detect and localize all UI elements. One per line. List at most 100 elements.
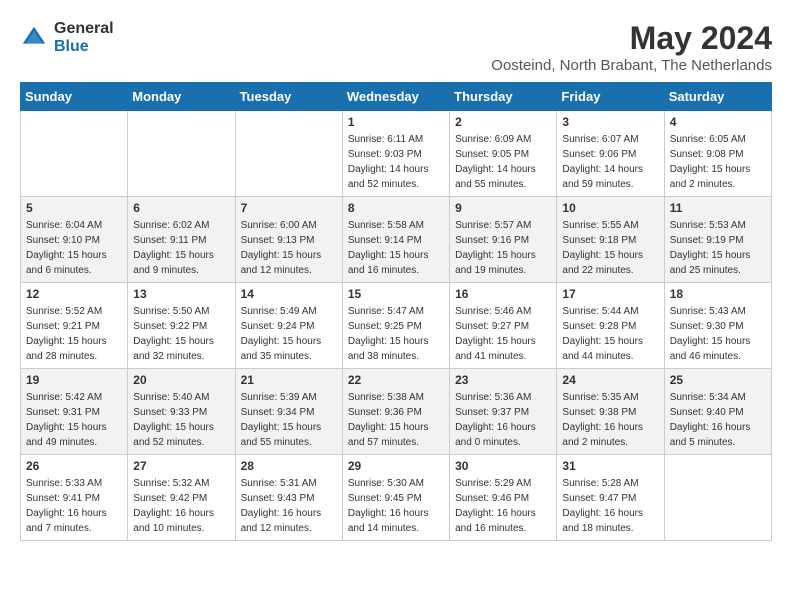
day-number: 1 (348, 115, 444, 129)
sunrise-text: Sunrise: 5:47 AM (348, 306, 424, 317)
calendar-header-wednesday: Wednesday (342, 83, 449, 111)
calendar-cell: 11Sunrise: 5:53 AMSunset: 9:19 PMDayligh… (664, 197, 771, 283)
calendar-cell: 19Sunrise: 5:42 AMSunset: 9:31 PMDayligh… (21, 369, 128, 455)
calendar-cell: 4Sunrise: 6:05 AMSunset: 9:08 PMDaylight… (664, 111, 771, 197)
sunrise-text: Sunrise: 5:29 AM (455, 478, 531, 489)
day-number: 20 (133, 373, 229, 387)
location: Oosteind, North Brabant, The Netherlands (491, 57, 772, 74)
daylight-text: Daylight: 14 hours and 59 minutes. (562, 164, 643, 190)
day-number: 25 (670, 373, 766, 387)
sunrise-text: Sunrise: 5:35 AM (562, 392, 638, 403)
day-number: 18 (670, 287, 766, 301)
day-info: Sunrise: 5:58 AMSunset: 9:14 PMDaylight:… (348, 218, 444, 278)
day-info: Sunrise: 5:42 AMSunset: 9:31 PMDaylight:… (26, 390, 122, 450)
calendar-cell: 27 Sunrise: 5:32 AM Sunset: 9:42 PM Dayligh… (128, 455, 235, 541)
sunrise-text: Sunrise: 5:32 AM (133, 478, 209, 489)
month-year: May 2024 (491, 20, 772, 57)
day-info: Sunrise: 6:02 AMSunset: 9:11 PMDaylight:… (133, 218, 229, 278)
calendar-cell: 20 Sunrise: 5:40 AMSunset: 9:33 PMDayligh… (128, 369, 235, 455)
sunrise-text: Sunrise: 5:52 AM (26, 306, 102, 317)
day-info: Sunrise: 6:00 AMSunset: 9:13 PMDaylight:… (241, 218, 337, 278)
sunset-text: Sunset: 9:47 PM (562, 493, 636, 504)
sunrise-text: Sunrise: 5:36 AM (455, 392, 531, 403)
day-number: 19 (26, 373, 122, 387)
sunset-text: Sunset: 9:31 PM (26, 407, 100, 418)
daylight-text: Daylight: 15 hours and 35 minutes. (241, 336, 322, 362)
day-info: Sunrise: 6:04 AMSunset: 9:10 PMDaylight:… (26, 218, 122, 278)
calendar-cell (664, 455, 771, 541)
sunset-text: Sunset: 9:40 PM (670, 407, 744, 418)
daylight-text: Daylight: 15 hours and 55 minutes. (241, 422, 322, 448)
logo-icon (20, 24, 48, 52)
daylight-text: Daylight: 15 hours and 16 minutes. (348, 250, 429, 276)
daylight-text: Daylight: 15 hours and 12 minutes. (241, 250, 322, 276)
sunset-text: Sunset: 9:10 PM (26, 235, 100, 246)
calendar-cell: 13Sunrise: 5:50 AMSunset: 9:22 PMDayligh… (128, 283, 235, 369)
day-number: 9 (455, 201, 551, 215)
day-number: 26 (26, 459, 122, 473)
calendar-cell: 18 Sunrise: 5:43 AMSunset: 9:30 PMDayligh… (664, 283, 771, 369)
sunrise-text: Sunrise: 5:42 AM (26, 392, 102, 403)
sunset-text: Sunset: 9:18 PM (562, 235, 636, 246)
day-info: Sunrise: 6:05 AMSunset: 9:08 PMDaylight:… (670, 132, 766, 192)
calendar-cell: 21Sunrise: 5:39 AMSunset: 9:34 PMDayligh… (235, 369, 342, 455)
day-number: 22 (348, 373, 444, 387)
calendar-cell: 6 Sunrise: 6:02 AMSunset: 9:11 PMDaylight… (128, 197, 235, 283)
calendar-cell: 5Sunrise: 6:04 AMSunset: 9:10 PMDaylight… (21, 197, 128, 283)
day-info: Sunrise: 5:49 AMSunset: 9:24 PMDaylight:… (241, 304, 337, 364)
calendar-cell (128, 111, 235, 197)
sunset-text: Sunset: 9:03 PM (348, 149, 422, 160)
logo-text: General Blue (54, 20, 114, 55)
calendar-table: SundayMondayTuesdayWednesdayThursdayFrid… (20, 82, 772, 541)
daylight-text: Daylight: 15 hours and 52 minutes. (133, 422, 214, 448)
calendar-header-friday: Friday (557, 83, 664, 111)
sunset-text: Sunset: 9:43 PM (241, 493, 315, 504)
sunrise-text: Sunrise: 5:55 AM (562, 220, 638, 231)
calendar-cell: 30Sunrise: 5:29 AMSunset: 9:46 PMDayligh… (450, 455, 557, 541)
day-info: Sunrise: 5:40 AMSunset: 9:33 PMDaylight:… (133, 390, 229, 450)
day-number: 28 (241, 459, 337, 473)
day-info: Sunrise: 5:57 AMSunset: 9:16 PMDaylight:… (455, 218, 551, 278)
logo-general: General (54, 20, 114, 38)
sunset-text: Sunset: 9:37 PM (455, 407, 529, 418)
day-number: 23 (455, 373, 551, 387)
day-info: Sunrise: 6:09 AMSunset: 9:05 PMDaylight:… (455, 132, 551, 192)
sunset-text: Sunset: 9:25 PM (348, 321, 422, 332)
sunset-text: Sunset: 9:36 PM (348, 407, 422, 418)
sunrise-text: Sunrise: 6:07 AM (562, 134, 638, 145)
day-number: 15 (348, 287, 444, 301)
daylight-text: Daylight: 14 hours and 55 minutes. (455, 164, 536, 190)
sunset-text: Sunset: 9:19 PM (670, 235, 744, 246)
logo: General Blue (20, 20, 114, 55)
daylight-text: Daylight: 14 hours and 52 minutes. (348, 164, 429, 190)
sunrise-text: Sunrise: 5:43 AM (670, 306, 746, 317)
day-info: Sunrise: 5:35 AMSunset: 9:38 PMDaylight:… (562, 390, 658, 450)
sunrise-text: Sunrise: 5:33 AM (26, 478, 102, 489)
day-number: 27 (133, 459, 229, 473)
sunset-text: Sunset: 9:34 PM (241, 407, 315, 418)
daylight-text: Daylight: 16 hours and 18 minutes. (562, 508, 643, 534)
calendar-week-3: 12Sunrise: 5:52 AMSunset: 9:21 PMDayligh… (21, 283, 772, 369)
sunrise-text: Sunrise: 5:44 AM (562, 306, 638, 317)
day-number: 30 (455, 459, 551, 473)
day-info: Sunrise: 5:31 AMSunset: 9:43 PMDaylight:… (241, 476, 337, 536)
calendar-header-monday: Monday (128, 83, 235, 111)
day-info: Sunrise: 5:43 AMSunset: 9:30 PMDaylight:… (670, 304, 766, 364)
logo-blue: Blue (54, 38, 114, 56)
sunset-text: Sunset: 9:42 PM (133, 493, 207, 504)
calendar-cell: 23 Sunrise: 5:36 AM Sunset: 9:37 PM Dayligh… (450, 369, 557, 455)
day-info: Sunrise: 5:38 AMSunset: 9:36 PMDaylight:… (348, 390, 444, 450)
day-number: 6 (133, 201, 229, 215)
day-info: Sunrise: 5:34 AMSunset: 9:40 PMDaylight:… (670, 390, 766, 450)
day-number: 10 (562, 201, 658, 215)
daylight-text: Daylight: 16 hours and 0 minutes. (455, 422, 536, 448)
day-number: 2 (455, 115, 551, 129)
sunset-text: Sunset: 9:38 PM (562, 407, 636, 418)
sunset-text: Sunset: 9:06 PM (562, 149, 636, 160)
calendar-week-4: 19 Sunrise: 5:42 AM Sunset: 9:31 PM Dayligh… (21, 369, 772, 455)
daylight-text: Daylight: 16 hours and 10 minutes. (133, 508, 214, 534)
daylight-text: Daylight: 15 hours and 9 minutes. (133, 250, 214, 276)
calendar-cell: 9 Sunrise: 5:57 AMSunset: 9:16 PMDaylight… (450, 197, 557, 283)
day-number: 14 (241, 287, 337, 301)
sunset-text: Sunset: 9:33 PM (133, 407, 207, 418)
